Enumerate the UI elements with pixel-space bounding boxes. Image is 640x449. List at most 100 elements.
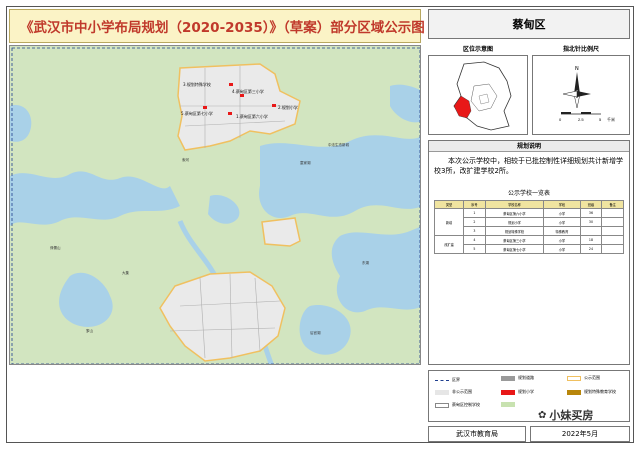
cell-no: 3 <box>463 226 486 236</box>
scale-unit: 千米 <box>607 117 615 122</box>
legend-item-special: 规划特殊教育学校 <box>567 389 616 395</box>
cell-no: 1 <box>463 208 486 218</box>
cell-level: 小学 <box>543 244 581 254</box>
table-row: 5 蔡甸区第七小学 小学 24 <box>435 244 624 254</box>
cell-level: 特殊教育 <box>543 226 581 236</box>
scale-tick-0: 0 <box>559 117 562 122</box>
table-row: 2 规划小学 小学 30 <box>435 217 624 227</box>
legend-label: 非公示范围 <box>452 389 472 394</box>
title-bar: 《武汉市中小学布局规划（2020-2035）》（草案）部分区域公示图 <box>9 9 425 43</box>
primary-swatch <box>501 389 515 395</box>
cell-classes: 36 <box>579 208 603 218</box>
cell-name: 蔡甸区第六小学 <box>484 208 545 218</box>
cell-note <box>601 235 624 245</box>
legend-label: 规划特殊教育学校 <box>584 389 616 394</box>
map-bottom-area <box>9 370 421 442</box>
col-type: 类型 <box>433 200 465 209</box>
cell-level: 小学 <box>543 217 581 227</box>
main-map[interactable]: 3.规划特殊学校 4.蔡甸区第三小学 2.规划小学 5.蔡甸区第七小学 1.蔡甸… <box>9 45 421 365</box>
legend-label: 规划小学 <box>518 389 534 394</box>
col-no: 序号 <box>463 200 486 209</box>
table-header-row: 类型 序号 学校名称 学段 班级 备注 <box>433 200 624 209</box>
place-label: 大集 <box>122 271 129 275</box>
school-label-5: 5.蔡甸区第七小学 <box>181 111 213 116</box>
location-map <box>428 55 528 135</box>
cell-name: 规划特殊学校 <box>484 226 545 236</box>
legend-label: 公示范围 <box>584 375 600 380</box>
col-level: 学段 <box>543 200 581 209</box>
col-note: 备注 <box>601 200 624 209</box>
place-label: 奓山 <box>86 329 93 333</box>
table-row: 新增 1 蔡甸区第六小学 小学 36 <box>433 208 624 236</box>
cell-level: 小学 <box>543 208 581 218</box>
place-label: 侏儒山 <box>50 246 61 250</box>
cell-classes: 18 <box>579 235 603 245</box>
cell-name: 蔡甸区第七小学 <box>484 244 545 254</box>
cell-type: 改扩建 <box>433 235 465 254</box>
footer-org: 武汉市教育局 <box>428 426 526 442</box>
description-text: 本次公示学校中，相较于已批控制性详细规划共计新增学校3所，改扩建学校2所。 <box>434 157 623 175</box>
cell-level: 小学 <box>543 235 581 245</box>
description-header: 规划说明 <box>429 141 629 152</box>
legend-label: 规划道路 <box>518 375 534 380</box>
watermark: ✿ 小妹买房 <box>538 407 593 423</box>
school-label-2: 2.规划小学 <box>278 105 298 110</box>
cell-classes: 30 <box>579 217 603 227</box>
location-header: 区位示意图 <box>462 46 493 53</box>
cell-note <box>601 217 624 227</box>
boundary-swatch <box>435 379 449 381</box>
special-swatch <box>567 389 581 395</box>
map-title: 《武汉市中小学布局规划（2020-2035）》（草案）部分区域公示图 <box>20 20 425 36</box>
nonscope-swatch <box>435 389 449 395</box>
control-swatch <box>435 402 449 408</box>
school-label-3: 3.规划特殊学校 <box>183 82 211 87</box>
green-swatch <box>501 402 515 407</box>
place-label: 童家湖 <box>300 161 311 165</box>
col-name: 学校名称 <box>484 200 545 209</box>
place-label: 后官湖 <box>310 331 321 335</box>
table-row: 改扩建 4 蔡甸区第三小学 小学 18 <box>433 235 624 254</box>
legend-item-primary: 规划小学 <box>501 389 534 395</box>
map-legend: 区界 规划道路 公示范围 非公示范围 规划小学 规划特殊教育学校 蔡甸区控制学校 <box>428 370 630 422</box>
watermark-text: 小妹买房 <box>549 409 594 422</box>
description-box: 规划说明 本次公示学校中，相较于已批控制性详细规划共计新增学校3所，改扩建学校2… <box>428 140 630 365</box>
footer-date: 2022年5月 <box>530 426 630 442</box>
scale-tick-1: 2.5 <box>578 117 584 122</box>
school-label-4: 4.蔡甸区第三小学 <box>232 89 264 94</box>
wechat-icon: ✿ <box>538 409 547 421</box>
map-canvas <box>10 46 420 364</box>
school-label-1: 1.蔡甸区第六小学 <box>236 114 268 119</box>
cell-no: 5 <box>463 244 486 254</box>
scale-tick-2: 5 <box>599 117 602 122</box>
table-row: 3 规划特殊学校 特殊教育 <box>435 226 624 236</box>
legend-item-boundary: 区界 <box>435 377 460 383</box>
legend-item-scope: 公示范围 <box>567 375 600 381</box>
urban-middle <box>261 217 301 247</box>
cell-no: 4 <box>463 235 486 245</box>
scope-swatch <box>567 375 581 381</box>
info-panel: 蔡甸区 区位示意图 指北针比例尺 N 0 2.5 5 千米 规划说明 本次公示学… <box>428 9 630 365</box>
cell-note <box>601 226 624 236</box>
legend-item-control: 蔡甸区控制学校 <box>435 402 480 408</box>
north-label: N <box>575 66 579 72</box>
cell-name: 蔡甸区第三小学 <box>484 235 545 245</box>
schools-table: 类型 序号 学校名称 学段 班级 备注 新增 1 蔡甸区第六小学 小学 36 2… <box>433 200 624 254</box>
table-title: 公示学校一览表 <box>507 190 550 197</box>
col-classes: 班级 <box>579 200 603 209</box>
legend-item-nonscope: 非公示范围 <box>435 389 472 395</box>
cell-name: 规划小学 <box>484 217 545 227</box>
place-label: 东湖 <box>362 261 369 265</box>
cell-classes <box>579 226 603 236</box>
north-header: 指北针比例尺 <box>562 46 599 53</box>
legend-label: 蔡甸区控制学校 <box>452 402 480 407</box>
legend-label: 区界 <box>452 377 460 382</box>
cell-no: 2 <box>463 217 486 227</box>
district-name: 蔡甸区 <box>428 9 630 39</box>
cell-note <box>601 208 624 218</box>
place-label: 索河 <box>182 158 189 162</box>
cell-note <box>601 244 624 254</box>
cell-type: 新增 <box>433 208 465 236</box>
north-arrow-box: N 0 2.5 5 千米 <box>532 55 630 135</box>
north-arrow-icon <box>574 72 580 94</box>
legend-item-green <box>501 402 518 407</box>
